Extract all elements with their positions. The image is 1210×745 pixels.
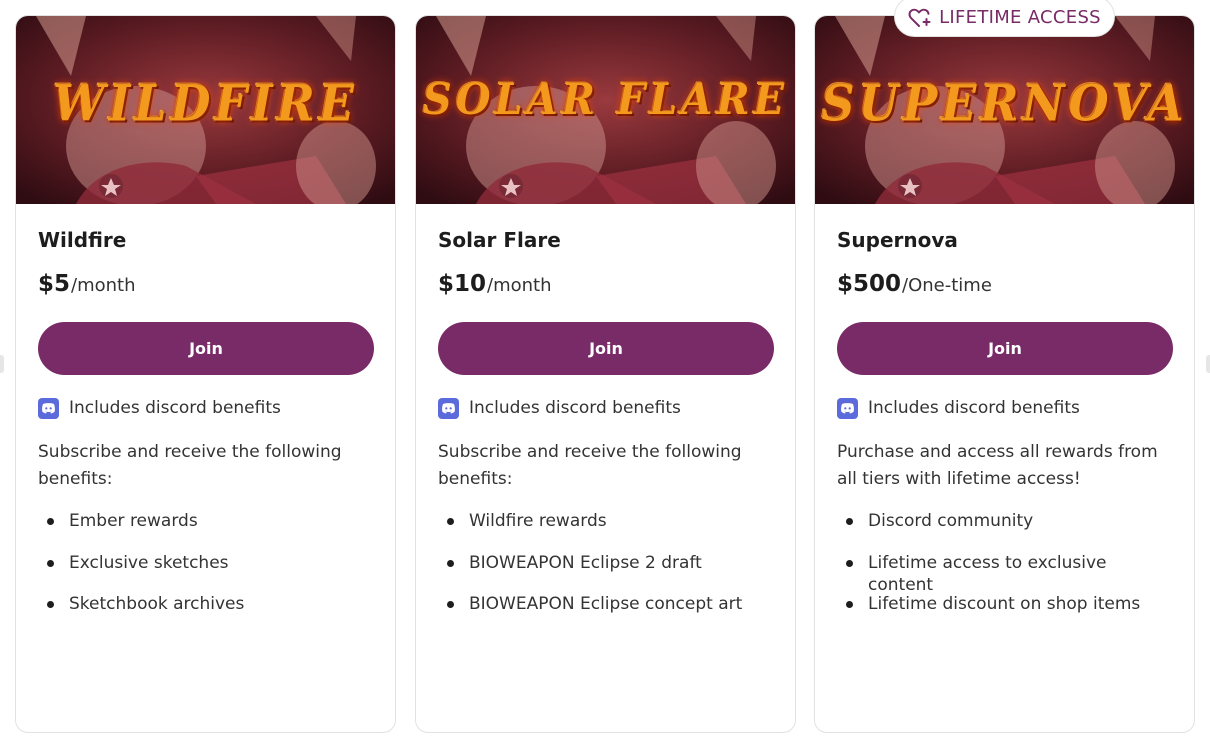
join-button[interactable]: Join bbox=[38, 322, 374, 375]
tier-banner: SUPERNOVA bbox=[815, 16, 1194, 204]
discord-icon bbox=[837, 397, 858, 419]
benefit-item: Exclusive sketches bbox=[38, 552, 373, 594]
tier-banner: SOLAR FLARE bbox=[416, 16, 795, 204]
discord-benefit-label: Includes discord benefits bbox=[469, 398, 681, 418]
benefit-item: Wildfire rewards bbox=[438, 510, 773, 552]
tier-card-solar-flare: SOLAR FLARE Solar Flare $10 /month Join … bbox=[415, 15, 796, 733]
tier-description: Subscribe and receive the following bene… bbox=[438, 442, 742, 489]
discord-benefit-label: Includes discord benefits bbox=[868, 398, 1080, 418]
discord-benefit-row: Includes discord benefits bbox=[438, 396, 773, 420]
benefit-item: Lifetime discount on shop items bbox=[837, 593, 1172, 635]
tier-period: /month bbox=[487, 275, 552, 296]
tier-price: $500 bbox=[837, 271, 902, 297]
tier-price-row: $5 /month bbox=[38, 271, 373, 301]
discord-benefit-row: Includes discord benefits bbox=[837, 396, 1172, 420]
benefit-item: BIOWEAPON Eclipse concept art bbox=[438, 593, 773, 635]
tier-period: /One-time bbox=[902, 275, 992, 296]
benefit-item: Lifetime access to exclusive content bbox=[837, 552, 1172, 595]
tier-price: $5 bbox=[38, 271, 71, 297]
join-button[interactable]: Join bbox=[837, 322, 1173, 375]
benefit-item: Discord community bbox=[837, 510, 1172, 552]
benefit-item: Sketchbook archives bbox=[38, 593, 373, 635]
discord-icon bbox=[438, 397, 459, 419]
tier-card-wildfire: WILDFIRE Wildfire $5 /month Join Include… bbox=[15, 15, 396, 733]
carousel-next-arrow[interactable] bbox=[1206, 355, 1210, 373]
join-button[interactable]: Join bbox=[438, 322, 774, 375]
tier-price-row: $10 /month bbox=[438, 271, 773, 301]
tier-description: Subscribe and receive the following bene… bbox=[38, 442, 342, 489]
lifetime-access-label: LIFETIME ACCESS bbox=[939, 7, 1101, 28]
benefit-list: Wildfire rewards BIOWEAPON Eclipse 2 dra… bbox=[438, 510, 773, 635]
tier-banner: WILDFIRE bbox=[16, 16, 395, 204]
carousel-prev-arrow[interactable] bbox=[0, 355, 4, 373]
heart-plus-icon bbox=[908, 7, 932, 29]
benefit-item: BIOWEAPON Eclipse 2 draft bbox=[438, 552, 773, 594]
tier-period: /month bbox=[71, 275, 136, 296]
tier-name: Wildfire bbox=[38, 228, 127, 252]
tier-carousel: LIFETIME ACCESS WILDFIRE Wildfire $5 /mo… bbox=[0, 0, 1210, 745]
tier-banner-title: SUPERNOVA bbox=[821, 73, 1188, 133]
discord-benefit-label: Includes discord benefits bbox=[69, 398, 281, 418]
tier-name: Supernova bbox=[837, 228, 958, 252]
tier-price-row: $500 /One-time bbox=[837, 271, 1172, 301]
tier-banner-title: SOLAR FLARE bbox=[422, 74, 789, 125]
discord-icon bbox=[38, 397, 59, 419]
benefit-list: Discord community Lifetime access to exc… bbox=[837, 510, 1172, 635]
discord-benefit-row: Includes discord benefits bbox=[38, 396, 373, 420]
tier-name: Solar Flare bbox=[438, 228, 561, 252]
tier-card-supernova: SUPERNOVA Supernova $500 /One-time Join … bbox=[814, 15, 1195, 733]
tier-description: Purchase and access all rewards from all… bbox=[837, 442, 1158, 489]
benefit-item: Ember rewards bbox=[38, 510, 373, 552]
lifetime-access-badge: LIFETIME ACCESS bbox=[894, 0, 1115, 37]
tier-banner-title: WILDFIRE bbox=[53, 73, 358, 133]
benefit-list: Ember rewards Exclusive sketches Sketchb… bbox=[38, 510, 373, 635]
tier-price: $10 bbox=[438, 271, 487, 297]
